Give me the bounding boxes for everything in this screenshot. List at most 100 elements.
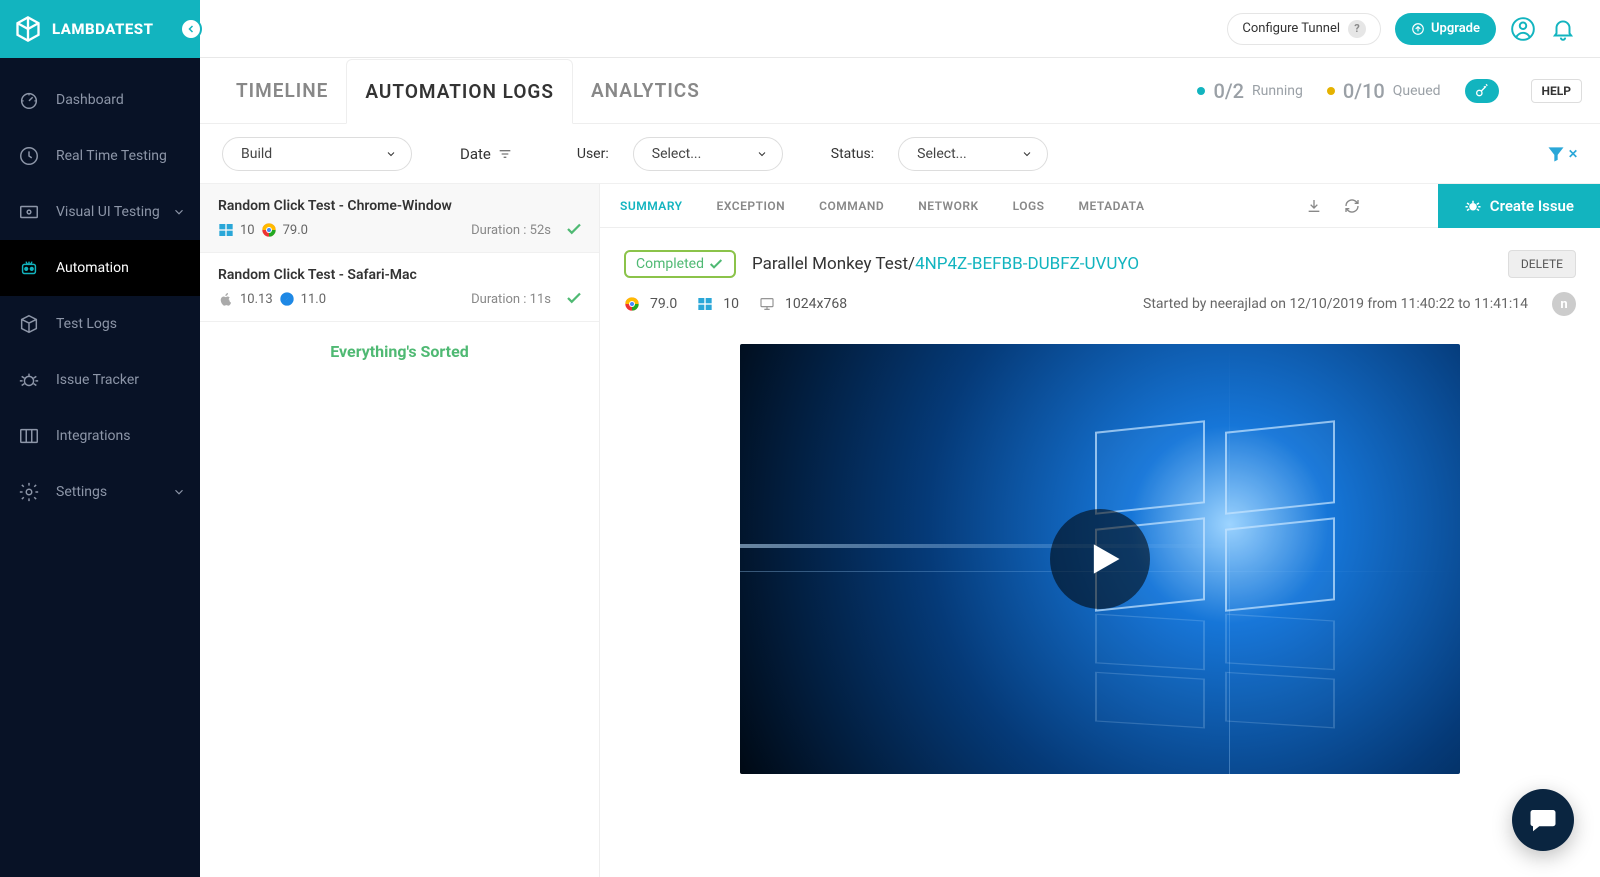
chrome-icon (261, 222, 277, 238)
started-by: Started by neerajlad on 12/10/2019 from … (1143, 296, 1528, 312)
test-name: Parallel Monkey Test/4NP4Z-BEFBB-DUBFZ-U… (752, 254, 1139, 274)
detail-body: Completed Parallel Monkey Test/4NP4Z-BEF… (600, 228, 1600, 796)
sidebar-item-label: Visual UI Testing (56, 204, 160, 220)
date-filter[interactable]: Date (460, 145, 513, 163)
sidebar-item-label: Integrations (56, 428, 130, 444)
running-count: 0/2 (1213, 79, 1244, 103)
video-container (624, 344, 1576, 774)
apple-icon (218, 291, 234, 307)
nav: Dashboard Real Time Testing Visual UI Te… (0, 58, 200, 520)
sorted-message: Everything's Sorted (200, 322, 599, 381)
os-version: 10 (240, 223, 255, 238)
stat-running: 0/2 Running (1197, 79, 1302, 103)
sidebar-item-label: Real Time Testing (56, 148, 167, 164)
sidebar-item-label: Dashboard (56, 92, 124, 108)
sidebar-item-issuetracker[interactable]: Issue Tracker (0, 352, 200, 408)
resolution: 1024x768 (785, 296, 847, 312)
windows-icon (218, 222, 234, 238)
main: Configure Tunnel ? Upgrade TIMELINE AUTO… (200, 0, 1600, 877)
windows-reflection-icon (1095, 617, 1335, 725)
sidebar-item-dashboard[interactable]: Dashboard (0, 72, 200, 128)
chevron-down-icon (172, 205, 186, 219)
layers-icon (18, 201, 40, 223)
clear-filter-button[interactable]: ✕ (1546, 144, 1578, 164)
dtab-metadata[interactable]: METADATA (1079, 199, 1145, 213)
tabs-row: TIMELINE AUTOMATION LOGS ANALYTICS 0/2 R… (200, 58, 1600, 124)
user-value: Select... (652, 146, 702, 162)
status-select[interactable]: Select... (898, 137, 1048, 171)
upgrade-button[interactable]: Upgrade (1395, 13, 1496, 45)
test-name-prefix: Parallel Monkey Test/ (752, 254, 915, 274)
test-item[interactable]: Random Click Test - Safari-Mac 10.13 11.… (200, 253, 599, 322)
clock-icon (18, 145, 40, 167)
robot-icon (18, 257, 40, 279)
user-profile-icon[interactable] (1510, 16, 1536, 42)
funnel-icon (1546, 144, 1566, 164)
tab-timeline[interactable]: TIMELINE (218, 59, 346, 123)
dtab-command[interactable]: COMMAND (819, 199, 884, 213)
dot-icon (1327, 87, 1335, 95)
notification-bell-icon[interactable] (1550, 16, 1576, 42)
dtab-exception[interactable]: EXCEPTION (717, 199, 786, 213)
browser-version: 11.0 (301, 292, 326, 307)
upgrade-label: Upgrade (1431, 21, 1480, 36)
user-label: User: (577, 146, 609, 162)
sidebar-collapse-button[interactable] (180, 18, 202, 40)
delete-button[interactable]: DELETE (1508, 250, 1576, 278)
stat-queued: 0/10 Queued (1327, 79, 1441, 103)
os-version: 10 (723, 296, 739, 312)
queued-count: 0/10 (1343, 79, 1385, 103)
box-icon (18, 313, 40, 335)
status-value: Select... (917, 146, 967, 162)
dtab-logs[interactable]: LOGS (1013, 199, 1045, 213)
sort-icon (497, 146, 513, 162)
chat-fab[interactable] (1512, 789, 1574, 851)
upgrade-icon (1411, 22, 1425, 36)
dot-icon (1197, 87, 1205, 95)
play-button[interactable] (1050, 509, 1150, 609)
sidebar-item-realtime[interactable]: Real Time Testing (0, 128, 200, 184)
user-select[interactable]: Select... (633, 137, 783, 171)
sidebar-item-testlogs[interactable]: Test Logs (0, 296, 200, 352)
create-issue-button[interactable]: Create Issue (1438, 184, 1600, 228)
sidebar-item-label: Settings (56, 484, 107, 500)
test-duration: Duration : 11s (471, 292, 551, 307)
sidebar: LAMBDATEST Dashboard Real Time Testing V… (0, 0, 200, 877)
sidebar-header: LAMBDATEST (0, 0, 200, 58)
tabs: TIMELINE AUTOMATION LOGS ANALYTICS (218, 59, 718, 123)
download-icon[interactable] (1306, 198, 1322, 214)
gauge-icon (18, 89, 40, 111)
sidebar-item-label: Issue Tracker (56, 372, 139, 388)
sidebar-item-integrations[interactable]: Integrations (0, 408, 200, 464)
tab-analytics[interactable]: ANALYTICS (573, 59, 718, 123)
chevron-down-icon (756, 148, 768, 160)
summary-header: Completed Parallel Monkey Test/4NP4Z-BEF… (624, 250, 1576, 278)
filters-row: Build Date User: Select... Status: Selec… (200, 124, 1600, 184)
access-key-button[interactable] (1465, 79, 1499, 103)
topbar: Configure Tunnel ? Upgrade (200, 0, 1600, 58)
dtab-summary[interactable]: SUMMARY (620, 199, 683, 213)
build-select[interactable]: Build (222, 137, 412, 171)
dtab-network[interactable]: NETWORK (918, 199, 978, 213)
play-icon (1081, 537, 1125, 581)
tab-automation-logs[interactable]: AUTOMATION LOGS (346, 59, 573, 124)
bug-icon (1464, 197, 1482, 215)
chat-icon (1528, 805, 1558, 835)
refresh-icon[interactable] (1344, 198, 1360, 214)
test-item[interactable]: Random Click Test - Chrome-Window 10 79.… (200, 184, 599, 253)
clear-x: ✕ (1568, 147, 1578, 161)
status-label: Status: (831, 146, 874, 162)
session-video[interactable] (740, 344, 1460, 774)
help-button[interactable]: HELP (1531, 79, 1582, 103)
sidebar-item-automation[interactable]: Automation (0, 240, 200, 296)
sidebar-item-settings[interactable]: Settings (0, 464, 200, 520)
build-value: Build (241, 146, 272, 162)
content: Random Click Test - Chrome-Window 10 79.… (200, 184, 1600, 877)
create-issue-label: Create Issue (1490, 197, 1574, 215)
sidebar-item-label: Automation (56, 260, 129, 276)
gear-icon (18, 481, 40, 503)
test-id[interactable]: 4NP4Z-BEFBB-DUBFZ-UVUYO (915, 254, 1139, 274)
sidebar-item-visual[interactable]: Visual UI Testing (0, 184, 200, 240)
configure-tunnel-button[interactable]: Configure Tunnel ? (1227, 13, 1381, 45)
detail-tabs: SUMMARY EXCEPTION COMMAND NETWORK LOGS M… (600, 184, 1600, 228)
